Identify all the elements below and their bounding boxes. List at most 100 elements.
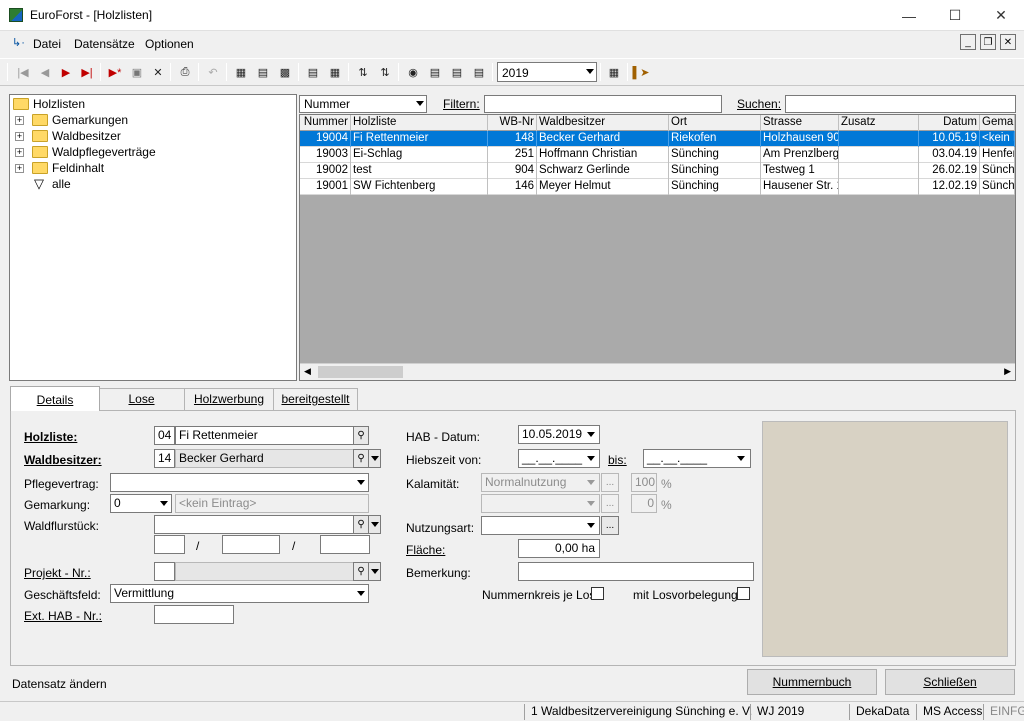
navigation-tree[interactable]: Holzlisten + Gemarkungen + Waldbesitzer … xyxy=(9,94,297,381)
hiebszeit-bis-field[interactable]: __.__.____ xyxy=(643,449,751,468)
bemerkung-field[interactable] xyxy=(518,562,754,581)
search-icon[interactable]: ⚲ xyxy=(353,449,369,468)
column-header[interactable]: Holzliste xyxy=(351,115,488,131)
last-record-icon[interactable]: ▶| xyxy=(78,63,96,81)
search-icon[interactable]: ⚲ xyxy=(353,426,369,445)
expand-icon[interactable]: + xyxy=(15,132,24,141)
projekt-nr-field[interactable] xyxy=(154,562,175,581)
menu-datensaetze[interactable]: Datensätze xyxy=(74,37,135,51)
expand-icon[interactable]: + xyxy=(15,148,24,157)
find-icon[interactable]: ◉ xyxy=(404,63,422,81)
holzliste-name-field[interactable]: Fi Rettenmeier xyxy=(175,426,354,445)
column-header[interactable]: Zusatz xyxy=(839,115,919,131)
waldflurstueck-field[interactable] xyxy=(154,515,354,534)
chevron-down-icon xyxy=(587,432,595,437)
minimize-button[interactable]: — xyxy=(886,0,932,31)
delete-icon[interactable]: ✕ xyxy=(149,63,167,81)
list-icon[interactable]: ▤ xyxy=(426,63,444,81)
form-view-icon[interactable]: ▤ xyxy=(254,63,272,81)
schliessen-button[interactable]: Schließen xyxy=(885,669,1015,695)
print-icon[interactable]: ⎙ xyxy=(176,63,194,81)
tree-label: Waldpflegeverträge xyxy=(52,145,156,159)
tab-details[interactable]: Details xyxy=(10,386,100,411)
maximize-button[interactable]: ☐ xyxy=(932,0,978,31)
tab-bereitgestellt[interactable]: bereitgestellt xyxy=(273,388,358,410)
projekt-name-field[interactable] xyxy=(175,562,354,581)
expand-icon[interactable]: + xyxy=(15,164,24,173)
expand-icon[interactable]: + xyxy=(15,116,24,125)
column-header[interactable]: Waldbesitzer xyxy=(537,115,669,131)
table-row[interactable]: 19004 Fi Rettenmeier 148 Becker Gerhard … xyxy=(300,131,1015,147)
table-cell: Sünching xyxy=(669,147,761,163)
table-cell: test xyxy=(351,163,488,179)
table-view-icon[interactable]: ▦ xyxy=(232,63,250,81)
bis-label: bis: xyxy=(608,453,627,467)
next-record-icon[interactable]: ▶ xyxy=(57,63,75,81)
report-icon[interactable]: ▦ xyxy=(326,63,344,81)
sort-desc-icon[interactable]: ⇅ xyxy=(376,63,394,81)
chevron-down-icon[interactable] xyxy=(368,562,381,581)
nummernbuch-button[interactable]: Nummernbuch xyxy=(747,669,877,695)
calculator-icon[interactable]: ▦ xyxy=(605,63,623,81)
waldbesitzer-nr-field[interactable]: 14 xyxy=(154,449,175,468)
menu-optionen[interactable]: Optionen xyxy=(145,37,194,51)
chevron-down-icon[interactable] xyxy=(368,515,381,534)
toolbar-separator xyxy=(600,63,601,81)
search-icon[interactable]: ⚲ xyxy=(353,562,369,581)
column-header[interactable]: Strasse xyxy=(761,115,839,131)
scroll-left-icon[interactable]: ◀ xyxy=(304,366,311,377)
nutzungsart-label: Nutzungsart: xyxy=(406,521,475,535)
holzlisten-grid[interactable]: Nummer Holzliste WB-Nr Waldbesitzer Ort … xyxy=(299,114,1016,381)
flurstueck-part2-field[interactable] xyxy=(222,535,280,554)
nummernkreis-checkbox[interactable] xyxy=(591,587,604,600)
chevron-down-icon[interactable] xyxy=(368,449,381,468)
pflegevertrag-select[interactable] xyxy=(110,473,369,492)
ext-hab-field[interactable] xyxy=(154,605,234,624)
preview-pane xyxy=(762,421,1008,657)
flurstueck-part3-field[interactable] xyxy=(320,535,370,554)
flurstueck-part1-field[interactable] xyxy=(154,535,185,554)
scroll-thumb[interactable] xyxy=(318,366,403,378)
table-row[interactable]: 19002 test 904 Schwarz Gerlinde Sünching… xyxy=(300,163,1015,179)
column-header[interactable]: Ort xyxy=(669,115,761,131)
sort-asc-icon[interactable]: ⇅ xyxy=(354,63,372,81)
geschaeftsfeld-select[interactable]: Vermittlung xyxy=(110,584,369,603)
document-icon[interactable]: ▤ xyxy=(304,63,322,81)
horizontal-scrollbar[interactable]: ◀ ▶ xyxy=(300,363,1015,380)
column-header[interactable]: WB-Nr xyxy=(488,115,537,131)
column-header[interactable]: Gemark xyxy=(980,115,1015,131)
table-row[interactable]: 19001 SW Fichtenberg 146 Meyer Helmut Sü… xyxy=(300,179,1015,195)
split-view-icon[interactable]: ▩ xyxy=(276,63,294,81)
close-button[interactable]: ✕ xyxy=(978,0,1024,31)
tab-lose[interactable]: Lose xyxy=(98,388,185,410)
nutzungsart-select[interactable] xyxy=(481,516,600,535)
new-record-icon[interactable]: ▶* xyxy=(106,63,124,81)
undo-icon[interactable]: ↶ xyxy=(204,63,222,81)
waldbesitzer-name-field[interactable]: Becker Gerhard xyxy=(175,449,354,468)
holzliste-nr-field[interactable]: 04 xyxy=(154,426,175,445)
year-select[interactable]: 2019 xyxy=(497,62,597,82)
mdi-close-button[interactable]: ✕ xyxy=(1000,34,1016,50)
exit-icon[interactable]: ▌➤ xyxy=(632,63,650,81)
filter-input[interactable] xyxy=(484,95,722,113)
scroll-right-icon[interactable]: ▶ xyxy=(1004,366,1011,377)
sort-field-select[interactable]: Nummer xyxy=(299,95,427,113)
mdi-restore-button[interactable]: ❐ xyxy=(980,34,996,50)
search-icon[interactable]: ⚲ xyxy=(353,515,369,534)
losvorbelegung-checkbox[interactable] xyxy=(737,587,750,600)
search-input[interactable] xyxy=(785,95,1016,113)
column-header[interactable]: Nummer xyxy=(300,115,351,131)
menu-datei[interactable]: Datei xyxy=(33,37,61,51)
first-record-icon[interactable]: |◀ xyxy=(14,63,32,81)
mdi-minimize-button[interactable]: _ xyxy=(960,34,976,50)
prev-record-icon[interactable]: ◀ xyxy=(36,63,54,81)
column-header[interactable]: Datum xyxy=(919,115,980,131)
nutzungsart-ellipsis-button[interactable]: ... xyxy=(601,516,619,535)
system-menu-icon[interactable]: ↳· xyxy=(12,36,25,49)
flaeche-field[interactable]: 0,00 ha xyxy=(518,539,600,558)
tab-holzwerbung[interactable]: Holzwerbung xyxy=(184,388,274,410)
table-row[interactable]: 19003 Ei-Schlag 251 Hoffmann Christian S… xyxy=(300,147,1015,163)
export-icon[interactable]: ▤ xyxy=(448,63,466,81)
save-icon[interactable]: ▣ xyxy=(128,63,146,81)
import-icon[interactable]: ▤ xyxy=(470,63,488,81)
